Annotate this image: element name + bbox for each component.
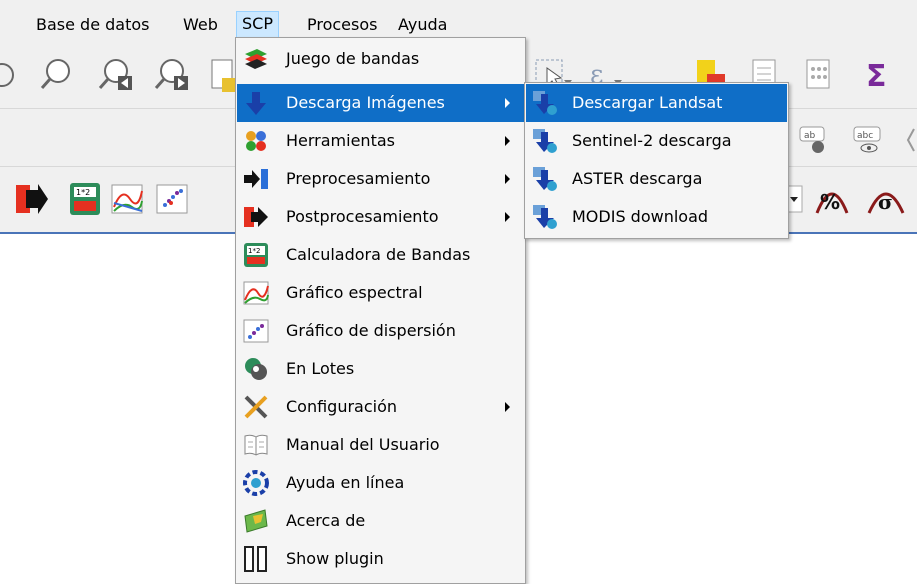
menu-item-label: En Lotes (286, 359, 355, 378)
menu-item-postprocesamiento[interactable]: Postprocesamiento (237, 198, 524, 236)
menu-item-en-lotes[interactable]: En Lotes (237, 350, 524, 388)
statistical-summary-icon[interactable]: Σ (863, 56, 897, 94)
menu-item-label: Postprocesamiento (286, 207, 439, 226)
menu-item-label: Gráfico espectral (286, 283, 423, 302)
svg-text:%: % (820, 190, 840, 214)
tools-icon (246, 131, 266, 151)
menu-item-grafico-espectral[interactable]: Gráfico espectral (237, 274, 524, 312)
submenu-arrow-icon (505, 98, 510, 108)
show-plugin-icon (244, 546, 267, 572)
menu-item-label: Preprocesamiento (286, 169, 431, 188)
menu-item-show-plugin[interactable]: Show plugin (237, 540, 524, 578)
download-images-submenu: Descargar Landsat Sentinel-2 descarga AS… (524, 82, 789, 239)
submenu-item-descargar-landsat[interactable]: Descargar Landsat (526, 84, 787, 122)
submenu-item-sentinel-2-descarga[interactable]: Sentinel-2 descarga (526, 122, 787, 160)
scatter-plot-icon (243, 319, 269, 343)
menu-item-label: Manual del Usuario (286, 435, 440, 454)
menu-item-calculadora-de-bandas[interactable]: 1*2 Calculadora de Bandas (237, 236, 524, 274)
svg-text:ab: ab (804, 131, 816, 141)
submenu-item-aster-descarga[interactable]: ASTER descarga (526, 160, 787, 198)
field-calculator-icon[interactable] (803, 56, 833, 94)
menu-item-juego-de-bandas[interactable]: Juego de bandas (237, 40, 524, 78)
scp-sigma-icon[interactable]: σ (866, 179, 906, 217)
menu-item-label: Ayuda en línea (286, 473, 405, 492)
label-show-hide-icon[interactable]: abc (852, 123, 886, 157)
menu-item-ayuda-en-linea[interactable]: Ayuda en línea (237, 464, 524, 502)
batch-icon (245, 358, 267, 380)
about-icon (244, 509, 268, 533)
label-partial-icon[interactable] (904, 125, 917, 155)
svg-text:abc: abc (857, 131, 873, 141)
menu-item-descarga-imagenes[interactable]: Descarga Imágenes (237, 84, 524, 122)
submenu-item-label: MODIS download (572, 207, 709, 226)
menu-bar: Base de datos Web SCP Procesos Ayuda (0, 0, 917, 39)
menu-item-preprocesamiento[interactable]: Preprocesamiento (237, 160, 524, 198)
menu-item-grafico-de-dispersion[interactable]: Gráfico de dispersión (237, 312, 524, 350)
menu-item-label: Juego de bandas (286, 49, 420, 68)
menu-item-herramientas[interactable]: Herramientas (237, 122, 524, 160)
menu-item-acerca-de[interactable]: Acerca de (237, 502, 524, 540)
submenu-arrow-icon (505, 174, 510, 184)
svg-text:σ: σ (878, 190, 893, 214)
menu-item-label: Herramientas (286, 131, 395, 150)
scp-exit-arrow-icon[interactable] (14, 181, 48, 217)
menu-item-label: Show plugin (286, 549, 384, 568)
zoom-partial-icon[interactable] (0, 58, 20, 92)
submenu-item-label: ASTER descarga (572, 169, 703, 188)
menu-procesos[interactable]: Procesos (302, 12, 382, 38)
menu-ayuda[interactable]: Ayuda (393, 12, 452, 38)
settings-icon (244, 395, 268, 419)
menu-item-label: Calculadora de Bandas (286, 245, 471, 264)
submenu-arrow-icon (505, 402, 510, 412)
zoom-next-icon[interactable] (152, 56, 192, 94)
svg-text:1*2: 1*2 (248, 247, 260, 255)
zoom-icon[interactable] (38, 56, 74, 92)
submenu-arrow-icon (505, 136, 510, 146)
aster-download-icon (533, 167, 557, 191)
scp-dropdown-menu: Juego de bandas Descarga Imágenes Herram… (235, 37, 526, 584)
new-map-view-icon[interactable] (208, 56, 236, 94)
menu-item-label: Gráfico de dispersión (286, 321, 456, 340)
scp-scatter-plot-icon[interactable] (155, 181, 191, 217)
online-help-icon (243, 470, 269, 496)
band-set-icon (245, 49, 267, 69)
menu-item-configuracion[interactable]: Configuración (237, 388, 524, 426)
zoom-last-icon[interactable] (96, 56, 136, 94)
band-calc-icon: 1*2 (244, 243, 268, 267)
manual-icon (244, 434, 268, 456)
spectral-plot-icon (243, 281, 269, 305)
menu-item-label: Acerca de (286, 511, 366, 530)
svg-text:Σ: Σ (866, 59, 887, 94)
label-pin-icon[interactable]: ab (798, 123, 832, 157)
menu-base-de-datos[interactable]: Base de datos (31, 12, 155, 38)
landsat-download-icon (533, 91, 557, 115)
scp-band-calc-icon[interactable]: 1*2 (68, 181, 102, 217)
menu-item-manual-del-usuario[interactable]: Manual del Usuario (237, 426, 524, 464)
postprocessing-icon (244, 207, 268, 227)
download-arrow-icon (246, 92, 266, 115)
submenu-item-label: Sentinel-2 descarga (572, 131, 732, 150)
svg-text:1*2: 1*2 (76, 188, 90, 197)
menu-item-label: Descarga Imágenes (286, 93, 445, 112)
menu-web[interactable]: Web (178, 12, 223, 38)
modis-download-icon (533, 205, 557, 229)
scp-percent-icon[interactable]: % (814, 179, 850, 217)
menu-scp[interactable]: SCP (236, 11, 279, 39)
scp-spectral-plot-icon[interactable] (110, 181, 144, 217)
submenu-arrow-icon (505, 212, 510, 222)
submenu-item-label: Descargar Landsat (572, 93, 723, 112)
menu-item-label: Configuración (286, 397, 398, 416)
preprocessing-icon (244, 169, 268, 189)
submenu-item-modis-download[interactable]: MODIS download (526, 198, 787, 236)
sentinel-download-icon (533, 129, 557, 153)
